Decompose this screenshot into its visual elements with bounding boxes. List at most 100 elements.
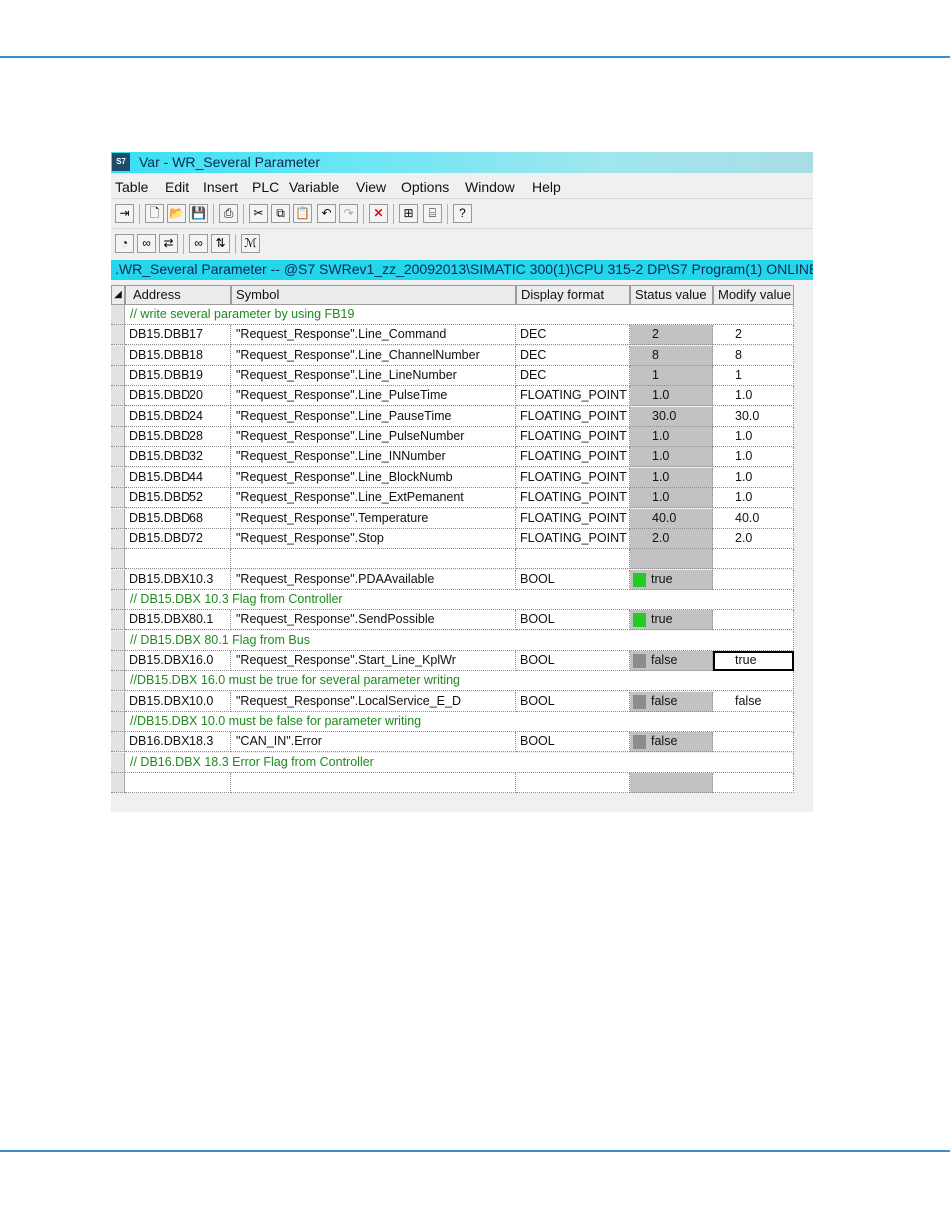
row-selector[interactable]: [111, 427, 125, 448]
display-format-cell[interactable]: FLOATING_POINT: [516, 406, 630, 427]
symbol-cell[interactable]: "Request_Response".LocalService_E_D: [231, 691, 516, 712]
modify-value-cell[interactable]: 1.0: [713, 488, 794, 509]
display-format-cell[interactable]: FLOATING_POINT: [516, 488, 630, 509]
row-selector[interactable]: [111, 305, 125, 325]
paste-icon[interactable]: 📋: [293, 204, 312, 223]
display-format-cell[interactable]: DEC: [516, 325, 630, 346]
address-cell[interactable]: DB16.DBX18.3: [125, 732, 231, 753]
symbol-cell[interactable]: "Request_Response".Line_PulseTime: [231, 386, 516, 407]
row-selector[interactable]: [111, 447, 125, 468]
symbol-cell[interactable]: "Request_Response".Line_Command: [231, 325, 516, 346]
row-selector[interactable]: [111, 712, 125, 732]
menu-help[interactable]: Help: [532, 179, 561, 195]
title-bar[interactable]: S7 Var - WR_Several Parameter: [111, 152, 813, 173]
select-all-corner-icon[interactable]: ◢: [111, 285, 125, 305]
menu-variable[interactable]: Variable: [289, 179, 339, 195]
address-cell[interactable]: DB15.DBD24: [125, 406, 231, 427]
row-selector[interactable]: [111, 630, 125, 651]
modify-value-cell[interactable]: [713, 610, 794, 631]
symbol-cell[interactable]: "Request_Response".Line_INNumber: [231, 447, 516, 468]
comment-line[interactable]: // write several parameter by using FB19: [125, 305, 794, 325]
menu-table[interactable]: Table: [115, 179, 148, 195]
address-cell[interactable]: DB15.DBD28: [125, 427, 231, 448]
symbol-cell[interactable]: "Request_Response".Line_ChannelNumber: [231, 345, 516, 366]
address-cell[interactable]: [125, 549, 231, 570]
symbol-cell[interactable]: "Request_Response".Line_PulseNumber: [231, 427, 516, 448]
monitor-icon[interactable]: ◔: [115, 234, 134, 253]
symbol-cell[interactable]: "Request_Response".Line_BlockNumb: [231, 467, 516, 488]
modify-icon[interactable]: ⇄: [159, 234, 178, 253]
address-cell[interactable]: DB15.DBB19: [125, 366, 231, 387]
col-format-header[interactable]: Display format: [516, 285, 630, 305]
col-status-header[interactable]: Status value: [630, 285, 713, 305]
modify-value-cell[interactable]: 2.0: [713, 528, 794, 549]
save-icon[interactable]: 💾: [189, 204, 208, 223]
row-selector[interactable]: [111, 549, 125, 570]
row-selector[interactable]: [111, 773, 125, 794]
online-icon[interactable]: ⊞: [399, 204, 418, 223]
accessible-nodes-icon[interactable]: ⌸: [423, 204, 442, 223]
address-cell[interactable]: DB15.DBD52: [125, 488, 231, 509]
display-format-cell[interactable]: BOOL: [516, 732, 630, 753]
insert-icon[interactable]: ⇥: [115, 204, 134, 223]
display-format-cell[interactable]: BOOL: [516, 569, 630, 590]
display-format-cell[interactable]: FLOATING_POINT: [516, 508, 630, 529]
address-cell[interactable]: DB15.DBX10.0: [125, 691, 231, 712]
row-selector[interactable]: [111, 508, 125, 529]
symbol-cell[interactable]: "CAN_IN".Error: [231, 732, 516, 753]
undo-icon[interactable]: ↶: [317, 204, 336, 223]
row-selector[interactable]: [111, 569, 125, 590]
display-format-cell[interactable]: [516, 773, 630, 794]
menu-edit[interactable]: Edit: [165, 179, 189, 195]
row-selector[interactable]: [111, 366, 125, 387]
display-format-cell[interactable]: FLOATING_POINT: [516, 447, 630, 468]
row-selector[interactable]: [111, 752, 125, 773]
col-modify-header[interactable]: Modify value: [713, 285, 794, 305]
new-icon[interactable]: 🗋: [145, 204, 164, 223]
address-cell[interactable]: DB15.DBX16.0: [125, 650, 231, 671]
display-format-cell[interactable]: BOOL: [516, 610, 630, 631]
modify-value-cell[interactable]: 1.0: [713, 467, 794, 488]
menu-options[interactable]: Options: [401, 179, 449, 195]
row-selector[interactable]: [111, 488, 125, 509]
address-cell[interactable]: [125, 773, 231, 794]
menu-view[interactable]: View: [356, 179, 386, 195]
address-cell[interactable]: DB15.DBX10.3: [125, 569, 231, 590]
display-format-cell[interactable]: BOOL: [516, 650, 630, 671]
open-icon[interactable]: 📂: [167, 204, 186, 223]
menu-window[interactable]: Window: [465, 179, 515, 195]
address-cell[interactable]: DB15.DBD72: [125, 528, 231, 549]
modify-value-cell[interactable]: 2: [713, 325, 794, 346]
symbol-cell[interactable]: "Request_Response".Line_LineNumber: [231, 366, 516, 387]
comment-line[interactable]: //DB15.DBX 16.0 must be true for several…: [125, 671, 794, 692]
row-selector[interactable]: [111, 325, 125, 346]
modify-value-cell[interactable]: true: [713, 650, 794, 671]
address-cell[interactable]: DB15.DBD20: [125, 386, 231, 407]
display-format-cell[interactable]: DEC: [516, 366, 630, 387]
comment-line[interactable]: //DB15.DBX 10.0 must be false for parame…: [125, 712, 794, 732]
address-cell[interactable]: DB15.DBD44: [125, 467, 231, 488]
row-selector[interactable]: [111, 671, 125, 692]
symbol-cell[interactable]: "Request_Response".Temperature: [231, 508, 516, 529]
row-selector[interactable]: [111, 610, 125, 631]
row-selector[interactable]: [111, 345, 125, 366]
symbol-cell[interactable]: "Request_Response".PDAAvailable: [231, 569, 516, 590]
modify-value-cell[interactable]: 1.0: [713, 427, 794, 448]
modify-value-cell[interactable]: 1.0: [713, 447, 794, 468]
symbol-cell[interactable]: "Request_Response".Stop: [231, 528, 516, 549]
modify-value-cell[interactable]: 30.0: [713, 406, 794, 427]
delete-icon[interactable]: ✕: [369, 204, 388, 223]
row-selector[interactable]: [111, 528, 125, 549]
display-format-cell[interactable]: FLOATING_POINT: [516, 467, 630, 488]
row-selector[interactable]: [111, 467, 125, 488]
col-address-header[interactable]: Address: [125, 285, 231, 305]
modify-value-cell[interactable]: 40.0: [713, 508, 794, 529]
modify-value-cell[interactable]: [713, 732, 794, 753]
redo-icon[interactable]: ↷: [339, 204, 358, 223]
modify-value-cell[interactable]: false: [713, 691, 794, 712]
address-cell[interactable]: DB15.DBX80.1: [125, 610, 231, 631]
address-cell[interactable]: DB15.DBB17: [125, 325, 231, 346]
modify-value-cell[interactable]: 1: [713, 366, 794, 387]
row-selector[interactable]: [111, 386, 125, 407]
symbol-cell[interactable]: "Request_Response".Line_PauseTime: [231, 406, 516, 427]
